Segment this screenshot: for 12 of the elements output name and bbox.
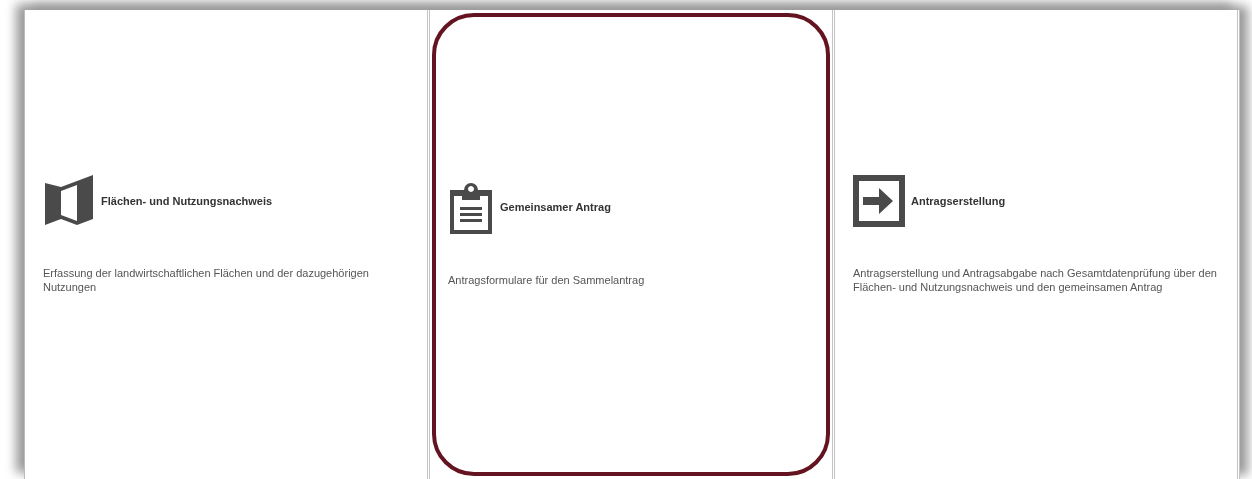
arrow-icon: [853, 174, 905, 227]
tile-card[interactable]: Gemeinsamer Antrag Antragsformulare für den Sammelantrag: [432, 13, 830, 476]
tile-description: Erfassung der landwirtschaftlichen Flächen und der dazugehörigen Nutzungen: [43, 266, 370, 295]
tile-description: Antragserstellung und Antragsabgabe nach Gesamtdatenprüfung über den Flächen- und Nutzungsnachweis und den gemeinsamen Antrag: [853, 266, 1218, 295]
tile-description: Antragsformulare für den Sammelantrag: [448, 273, 646, 288]
map-icon: [43, 174, 95, 227]
tile-title: Gemeinsamer Antrag: [500, 200, 611, 216]
clipboard-icon: [448, 181, 494, 234]
tile-title: Antragserstellung: [911, 193, 1006, 209]
tile-card[interactable]: Flächen- und Nutzungsnachweis Erfassung der landwirtschaftlichen Flächen und der dazugehörigen Nutzungen: [27, 13, 425, 476]
tile-card[interactable]: Antragserstellung Antragserstellung und Antragsabgabe nach Gesamtdatenprüfung über den Flächen- und Nutzungsnachweis und den gemeinsamen Antrag: [837, 13, 1235, 476]
tile-title: Flächen- und Nutzungsnachweis: [101, 193, 273, 209]
